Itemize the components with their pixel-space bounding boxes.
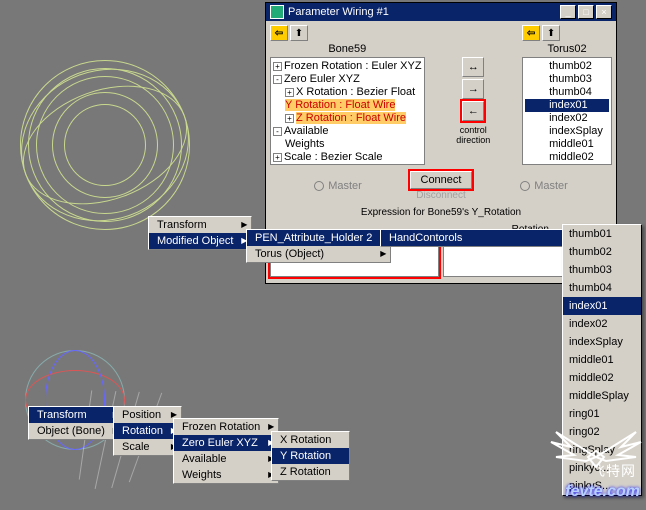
tree-node[interactable]: thumb04 bbox=[525, 86, 609, 99]
tree-node[interactable]: index02 bbox=[525, 112, 609, 125]
context-menu-level2: PEN_Attribute_Holder 2 Torus (Object) bbox=[246, 229, 391, 263]
tree-node[interactable]: middle02 bbox=[525, 151, 609, 164]
connect-button[interactable]: Connect bbox=[410, 171, 472, 189]
viewport-torus-wireframe bbox=[20, 60, 190, 230]
menu-pen-attribute-holder[interactable]: PEN_Attribute_Holder 2 bbox=[247, 230, 390, 246]
dialog-icon bbox=[270, 5, 284, 19]
minimize-button[interactable]: _ bbox=[560, 5, 576, 19]
tree-node[interactable]: middle01 bbox=[525, 138, 609, 151]
tree-node[interactable]: -Available bbox=[273, 125, 422, 138]
bottom-menu-col2: PositionRotationScale bbox=[113, 406, 182, 456]
submenu-item[interactable]: thumb04 bbox=[563, 279, 641, 297]
submenu-item[interactable]: thumb01 bbox=[563, 225, 641, 243]
menu-item[interactable]: Zero Euler XYZ bbox=[174, 435, 278, 451]
menu-item[interactable]: Weights bbox=[174, 467, 278, 483]
maximize-button[interactable]: □ bbox=[578, 5, 594, 19]
control-direction-label: controldirection bbox=[456, 125, 490, 145]
menu-item[interactable]: Available bbox=[174, 451, 278, 467]
menu-item[interactable]: Rotation bbox=[114, 423, 181, 439]
dir-both-button[interactable]: ↔ bbox=[462, 57, 484, 77]
context-menu-level3: HandContorols bbox=[380, 229, 573, 247]
submenu-item[interactable]: ringSplay bbox=[563, 441, 641, 459]
context-menu-level1: Transform Modified Object bbox=[148, 216, 252, 250]
close-button[interactable]: × bbox=[596, 5, 612, 19]
dialog-title: Parameter Wiring #1 bbox=[288, 6, 389, 18]
submenu-item[interactable]: middleSplay bbox=[563, 387, 641, 405]
submenu-item[interactable]: middle02 bbox=[563, 369, 641, 387]
tree-node[interactable]: thumb02 bbox=[525, 60, 609, 73]
submenu-item[interactable]: thumb02 bbox=[563, 243, 641, 261]
menu-item[interactable]: Transform bbox=[29, 407, 123, 423]
submenu-item[interactable]: index02 bbox=[563, 315, 641, 333]
menu-modified-object[interactable]: Modified Object bbox=[149, 233, 251, 249]
menu-transform[interactable]: Transform bbox=[149, 217, 251, 233]
tree-node[interactable]: middleSplay bbox=[525, 164, 609, 165]
disconnect-button[interactable]: Disconnect bbox=[406, 190, 476, 201]
tree-node[interactable]: +X Rotation : Bezier Float bbox=[273, 86, 422, 99]
tree-node[interactable]: +Scale : Bezier Scale bbox=[273, 151, 422, 164]
menu-item[interactable]: Frozen Rotation bbox=[174, 419, 278, 435]
left-node-label: Bone59 bbox=[270, 43, 425, 55]
expression-label: Expression for Bone59's Y_Rotation bbox=[266, 203, 616, 222]
tree-node[interactable]: Weights bbox=[273, 138, 422, 151]
dir-right-button[interactable]: → bbox=[462, 79, 484, 99]
menu-torus-object[interactable]: Torus (Object) bbox=[247, 246, 390, 262]
nav-up-right[interactable]: ⬆ bbox=[542, 25, 560, 41]
bottom-menu-col1: TransformObject (Bone) bbox=[28, 406, 124, 440]
menu-item[interactable]: X Rotation bbox=[272, 432, 349, 448]
dir-left-button[interactable]: ← bbox=[462, 101, 484, 121]
submenu-item[interactable]: thumb03 bbox=[563, 261, 641, 279]
left-param-tree[interactable]: +Frozen Rotation : Euler XYZ-Zero Euler … bbox=[270, 57, 425, 165]
submenu-item[interactable]: index01 bbox=[563, 297, 641, 315]
tree-node[interactable]: indexSplay bbox=[525, 125, 609, 138]
tree-node[interactable]: -Zero Euler XYZ bbox=[273, 73, 422, 86]
submenu-item[interactable]: middle01 bbox=[563, 351, 641, 369]
menu-item[interactable]: Position bbox=[114, 407, 181, 423]
dialog-titlebar[interactable]: Parameter Wiring #1 _ □ × bbox=[266, 3, 616, 21]
submenu-item[interactable]: ring01 bbox=[563, 405, 641, 423]
handcontrols-submenu: thumb01thumb02thumb03thumb04index01index… bbox=[562, 224, 642, 496]
tree-node[interactable]: index01 bbox=[525, 99, 609, 112]
tree-node[interactable]: +Frozen Rotation : Euler XYZ bbox=[273, 60, 422, 73]
right-param-tree[interactable]: thumb02thumb03thumb04index01index02index… bbox=[522, 57, 612, 165]
nav-back-left[interactable]: ⇦ bbox=[270, 25, 288, 41]
bottom-menu-col3: Frozen RotationZero Euler XYZAvailableWe… bbox=[173, 418, 279, 484]
menu-item[interactable]: Object (Bone) bbox=[29, 423, 123, 439]
watermark-text-cn: 飞特网 bbox=[591, 461, 636, 481]
menu-item[interactable]: Z Rotation bbox=[272, 464, 349, 480]
menu-item[interactable]: Scale bbox=[114, 439, 181, 455]
menu-handcontrols[interactable]: HandContorols bbox=[381, 230, 572, 246]
submenu-item[interactable]: indexSplay bbox=[563, 333, 641, 351]
tree-node[interactable]: ject (Bone) bbox=[273, 164, 422, 165]
master-right-radio[interactable]: Master bbox=[476, 180, 612, 192]
tree-node[interactable]: +Z Rotation : Float Wire bbox=[273, 112, 422, 125]
tree-node[interactable]: Y Rotation : Float Wire bbox=[273, 99, 422, 112]
nav-up-left[interactable]: ⬆ bbox=[290, 25, 308, 41]
menu-item[interactable]: Y Rotation bbox=[272, 448, 349, 464]
master-left-radio[interactable]: Master bbox=[270, 180, 406, 192]
submenu-item[interactable]: ring02 bbox=[563, 423, 641, 441]
right-node-label: Torus02 bbox=[522, 43, 612, 55]
tree-node[interactable]: thumb03 bbox=[525, 73, 609, 86]
bottom-menu-col4: X RotationY RotationZ Rotation bbox=[271, 431, 350, 481]
nav-back-right[interactable]: ⇦ bbox=[522, 25, 540, 41]
